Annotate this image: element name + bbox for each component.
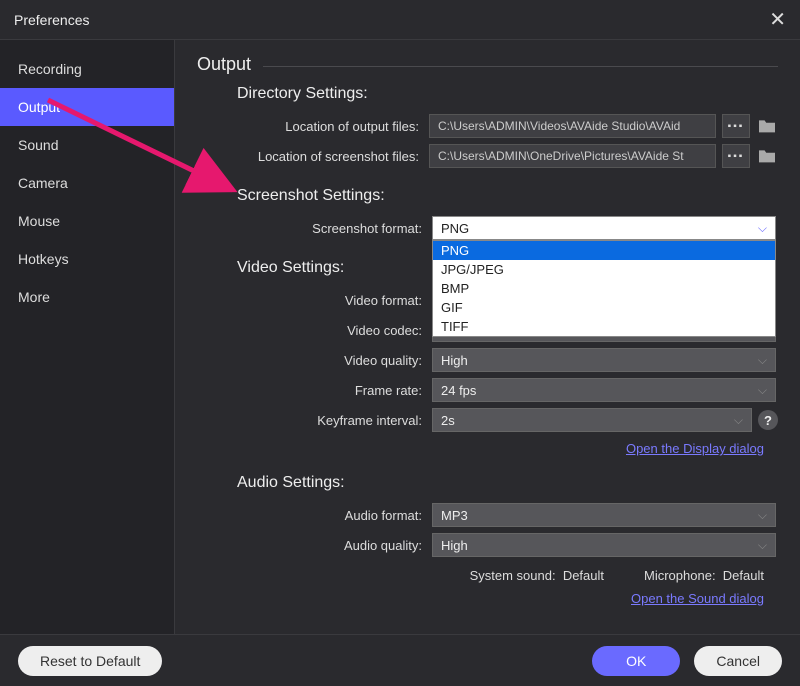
row-video-quality: Video quality: High ⌵ <box>197 347 778 373</box>
sidebar-item-more[interactable]: More <box>0 278 174 316</box>
help-icon[interactable]: ? <box>758 410 778 430</box>
chevron-down-icon: ⌵ <box>758 538 767 553</box>
screenshot-settings-heading: Screenshot Settings: <box>237 187 778 205</box>
titlebar: Preferences ✕ <box>0 0 800 40</box>
microphone-status: Microphone: Default <box>644 568 764 583</box>
chevron-down-icon: ⌵ <box>758 221 767 236</box>
cancel-button[interactable]: Cancel <box>694 646 782 676</box>
sidebar-item-hotkeys[interactable]: Hotkeys <box>0 240 174 278</box>
video-quality-value: High <box>441 353 468 368</box>
label-video-format: Video format: <box>197 293 432 308</box>
browse-screenshot-button[interactable]: ▪▪▪ <box>722 144 750 168</box>
label-keyframe-interval: Keyframe interval: <box>197 413 432 428</box>
screenshot-format-value: PNG <box>441 221 469 236</box>
dropdown-option-png[interactable]: PNG <box>433 241 775 260</box>
label-screenshot-format: Screenshot format: <box>197 221 432 236</box>
dropdown-option-tiff[interactable]: TIFF <box>433 317 775 336</box>
main-panel: Output Directory Settings: Location of o… <box>175 40 800 634</box>
reset-button[interactable]: Reset to Default <box>18 646 162 676</box>
audio-quality-value: High <box>441 538 468 553</box>
screenshot-location-field[interactable] <box>429 144 716 168</box>
audio-format-value: MP3 <box>441 508 468 523</box>
sidebar-item-output[interactable]: Output <box>0 88 174 126</box>
close-icon[interactable]: ✕ <box>769 7 786 32</box>
display-dialog-link[interactable]: Open the Display dialog <box>197 441 764 456</box>
row-audio-quality: Audio quality: High ⌵ <box>197 532 778 558</box>
label-audio-format: Audio format: <box>197 508 432 523</box>
row-frame-rate: Frame rate: 24 fps ⌵ <box>197 377 778 403</box>
window-title: Preferences <box>14 12 89 28</box>
dropdown-option-bmp[interactable]: BMP <box>433 279 775 298</box>
sidebar: Recording Output Sound Camera Mouse Hotk… <box>0 40 175 634</box>
folder-icon[interactable] <box>756 147 778 165</box>
row-screenshot-location: Location of screenshot files: ▪▪▪ <box>197 143 778 169</box>
folder-icon[interactable] <box>756 117 778 135</box>
label-video-quality: Video quality: <box>197 353 432 368</box>
dropdown-option-jpg[interactable]: JPG/JPEG <box>433 260 775 279</box>
sound-dialog-link[interactable]: Open the Sound dialog <box>197 591 764 606</box>
screenshot-format-dropdown: PNG JPG/JPEG BMP GIF TIFF <box>432 240 776 337</box>
row-audio-format: Audio format: MP3 ⌵ <box>197 502 778 528</box>
keyframe-interval-select[interactable]: 2s ⌵ <box>432 408 752 432</box>
dropdown-option-gif[interactable]: GIF <box>433 298 775 317</box>
row-output-location: Location of output files: ▪▪▪ <box>197 113 778 139</box>
output-location-field[interactable] <box>429 114 716 138</box>
chevron-down-icon: ⌵ <box>734 413 743 428</box>
system-sound-status: System sound: Default <box>470 568 604 583</box>
audio-quality-select[interactable]: High ⌵ <box>432 533 776 557</box>
frame-rate-value: 24 fps <box>441 383 476 398</box>
screenshot-format-select[interactable]: PNG ⌵ <box>432 216 776 240</box>
keyframe-interval-value: 2s <box>441 413 455 428</box>
directory-settings-heading: Directory Settings: <box>237 85 778 103</box>
row-keyframe-interval: Keyframe interval: 2s ⌵ ? <box>197 407 778 433</box>
video-quality-select[interactable]: High ⌵ <box>432 348 776 372</box>
chevron-down-icon: ⌵ <box>758 383 767 398</box>
frame-rate-select[interactable]: 24 fps ⌵ <box>432 378 776 402</box>
chevron-down-icon: ⌵ <box>758 508 767 523</box>
label-output-location: Location of output files: <box>197 119 429 134</box>
label-screenshot-location: Location of screenshot files: <box>197 149 429 164</box>
sidebar-item-recording[interactable]: Recording <box>0 50 174 88</box>
sidebar-item-sound[interactable]: Sound <box>0 126 174 164</box>
label-frame-rate: Frame rate: <box>197 383 432 398</box>
sidebar-item-camera[interactable]: Camera <box>0 164 174 202</box>
browse-output-button[interactable]: ▪▪▪ <box>722 114 750 138</box>
label-video-codec: Video codec: <box>197 323 432 338</box>
page-title: Output <box>197 54 778 75</box>
footer: Reset to Default OK Cancel <box>0 634 800 686</box>
body: Recording Output Sound Camera Mouse Hotk… <box>0 40 800 634</box>
sidebar-item-mouse[interactable]: Mouse <box>0 202 174 240</box>
label-audio-quality: Audio quality: <box>197 538 432 553</box>
chevron-down-icon: ⌵ <box>758 353 767 368</box>
row-screenshot-format: Screenshot format: PNG ⌵ PNG JPG/JPEG BM… <box>197 215 778 241</box>
audio-status-row: System sound: Default Microphone: Defaul… <box>197 568 764 583</box>
audio-settings-heading: Audio Settings: <box>237 474 778 492</box>
ok-button[interactable]: OK <box>592 646 680 676</box>
audio-format-select[interactable]: MP3 ⌵ <box>432 503 776 527</box>
page-title-text: Output <box>197 54 251 75</box>
